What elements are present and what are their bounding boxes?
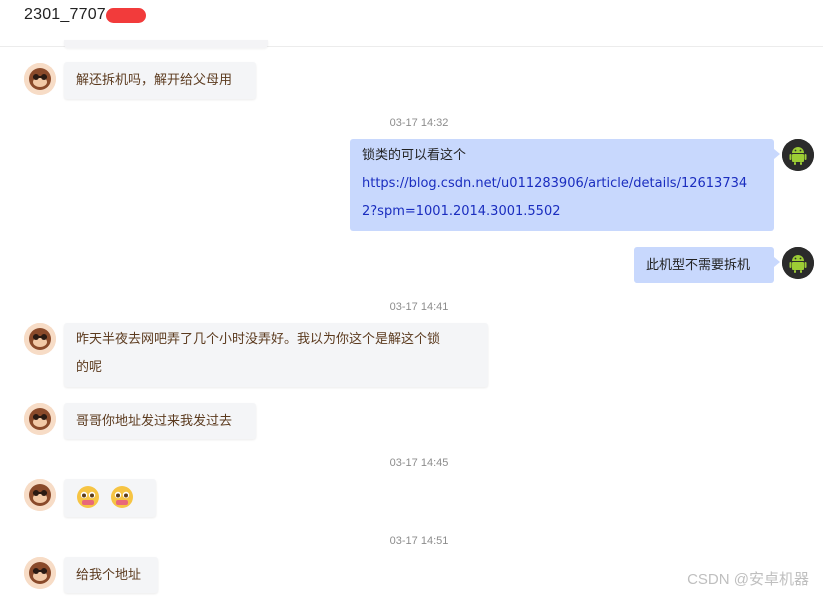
timestamp: 03-17 14:51 xyxy=(389,535,449,547)
message-link-line: 2?spm=1001.2014.3001.5502 xyxy=(362,204,561,219)
timestamp: 03-17 14:45 xyxy=(389,457,449,469)
timestamp: 03-17 14:41 xyxy=(389,301,449,313)
monkey-avatar-icon[interactable] xyxy=(24,557,56,589)
android-avatar-icon[interactable] xyxy=(782,139,814,171)
message-text: 给我个地址 xyxy=(76,568,142,583)
redacted-name-mark xyxy=(106,8,146,23)
message-bubble[interactable]: 解还拆机吗，解开给父母用 xyxy=(64,62,256,99)
message-text: 昨天半夜去网吧弄了几个小时没弄好。我以为你这个是解这个锁 xyxy=(76,332,441,347)
monkey-avatar-icon[interactable] xyxy=(24,403,56,435)
message-link[interactable]: https://blog.csdn.net/u011283906/article… xyxy=(362,170,762,226)
monkey-avatar-icon[interactable] xyxy=(24,479,56,511)
message-bubble[interactable]: 此机型不需要拆机 xyxy=(634,247,780,283)
message-bubble[interactable]: 锁类的可以看这个 https://blog.csdn.net/u01128390… xyxy=(350,139,780,231)
message-bubble[interactable]: 哥哥你地址发过来我发过去 xyxy=(64,403,256,439)
message-text: 锁类的可以看这个 xyxy=(362,148,467,163)
monkey-avatar-icon[interactable] xyxy=(24,323,56,355)
message-link-line: https://blog.csdn.net/u011283906/article… xyxy=(362,176,748,191)
previous-message-bubble-edge xyxy=(64,40,268,48)
chat-title: 2301_7707 xyxy=(24,6,106,23)
message-bubble[interactable]: 昨天半夜去网吧弄了几个小时没弄好。我以为你这个是解这个锁 的呢 xyxy=(64,323,488,387)
android-avatar-icon[interactable] xyxy=(782,247,814,279)
pleading-face-emoji xyxy=(76,485,100,509)
message-text: 的呢 xyxy=(76,360,103,375)
pleading-face-emoji xyxy=(110,485,134,509)
message-text: 哥哥你地址发过来我发过去 xyxy=(76,414,233,429)
message-bubble[interactable] xyxy=(64,479,156,517)
timestamp: 03-17 14:32 xyxy=(389,117,449,129)
message-text: 解还拆机吗，解开给父母用 xyxy=(76,73,233,88)
message-text: 此机型不需要拆机 xyxy=(646,258,751,273)
csdn-watermark: CSDN @安卓机器 xyxy=(687,571,809,588)
message-bubble[interactable]: 给我个地址 xyxy=(64,557,158,593)
monkey-avatar-icon[interactable] xyxy=(24,63,56,95)
